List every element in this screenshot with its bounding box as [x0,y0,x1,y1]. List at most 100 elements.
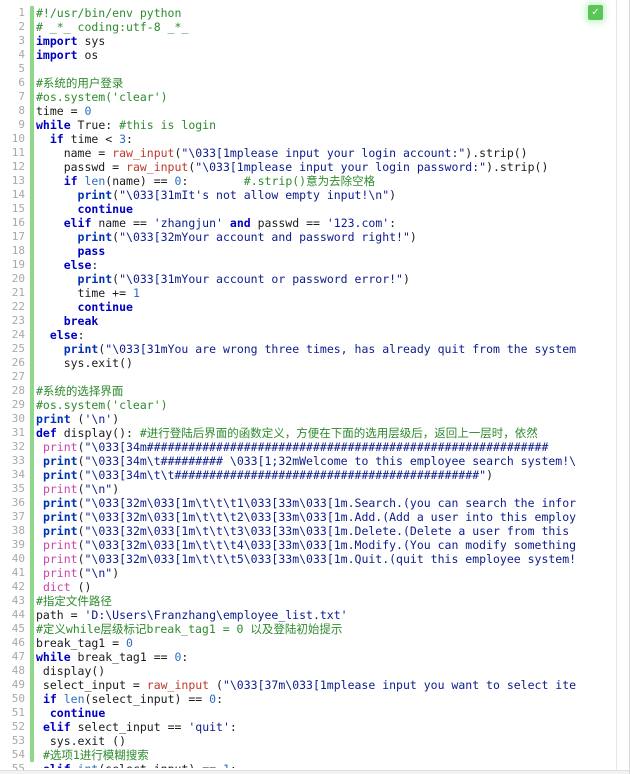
line-number: 16 [11,216,25,229]
code-line[interactable]: break [36,314,629,328]
code-line[interactable]: def display(): #进行登陆后界面的函数定义，方便在下面的选用层级后… [36,426,629,440]
code-line[interactable]: continue [36,300,629,314]
line-number-gutter[interactable]: 1 2 3 4 5 6 7 8 9 10 11 12 13 14 15 16 17 18 19 20 21 22 23 24 2… [0,0,30,774]
code-line[interactable] [36,62,629,76]
code-token-plain: (name) == [105,174,175,188]
code-token-kw: continue [77,202,133,216]
code-line[interactable]: else: [36,328,629,342]
code-line[interactable]: while break_tag1 == 0: [36,650,629,664]
code-token-plain: display(): [56,426,140,440]
code-line[interactable]: while True: #this is login [36,118,629,132]
code-line[interactable]: print("\033[31mYour account or password … [36,272,629,286]
code-line[interactable]: if time < 3: [36,132,629,146]
code-line[interactable] [36,370,629,384]
code-token-num: 1 [132,286,140,300]
code-token-plain: : [230,762,237,768]
code-token-plain: sys.exit() [36,356,133,370]
code-token-str: "\033[32m\033[1m\t\t\t1\033[33m\033[1m.S… [84,496,577,510]
line-number: 52 [11,720,25,733]
code-line[interactable]: time += 1 [36,286,629,300]
code-line[interactable]: print("\033[34m\t######### \033[1;32mWel… [36,454,629,468]
code-token-kw: elif [43,762,71,768]
code-token-kw: continue [77,300,133,314]
code-token-fn: print [63,342,99,356]
code-line[interactable]: #系统的用户登录 [36,76,629,90]
code-token-plain: () [70,580,92,594]
code-line[interactable]: print("\n") [36,482,629,496]
code-line[interactable]: display() [36,664,629,678]
code-editor-window[interactable]: 1 2 3 4 5 6 7 8 9 10 11 12 13 14 15 16 17 18 19 20 21 22 23 24 2… [0,0,630,774]
code-line[interactable]: print("\033[32m\033[1m\t\t\t5\033[33m\03… [36,552,629,566]
code-token-num: 0 [84,104,92,118]
code-line[interactable]: print("\033[31mYou are wrong three times… [36,342,629,356]
code-line[interactable]: print("\033[34m\t\t#####################… [36,468,629,482]
code-line[interactable]: dict () [36,580,629,594]
vcs-change-marker-stripe[interactable] [30,6,34,762]
line-number: 21 [11,286,25,299]
code-line[interactable]: #!/usr/bin/env python [36,6,629,20]
code-line[interactable]: print("\033[34m#########################… [36,440,629,454]
code-line[interactable]: break_tag1 = 0 [36,636,629,650]
inspection-status-ok-icon[interactable]: ✓ [588,5,603,20]
code-line[interactable]: if len(select_input) == 0: [36,692,629,706]
code-line[interactable]: name = raw_input("\033[1mplease input yo… [36,146,629,160]
code-line[interactable]: print ('\n') [36,412,629,426]
code-line[interactable]: elif select_input == 'quit': [36,720,629,734]
code-token-cmt: #进行登陆后界面的函数定义，方便在下面的选用层级后，返回上一层时，依然 [139,426,538,440]
code-token-str: "\033[34m\t######### \033[1;32mWelcome t… [84,454,577,468]
code-token-fn: print [42,524,78,538]
line-number: 15 [11,202,25,215]
code-line[interactable]: print("\033[32mYour account and password… [36,230,629,244]
code-line[interactable]: #选项1进行模糊搜索 [36,748,629,762]
code-token-plain: (select_input) == [98,762,223,768]
code-line[interactable]: import os [36,48,629,62]
code-line[interactable]: continue [36,706,629,720]
code-line[interactable]: else: [36,258,629,272]
code-line[interactable]: sys.exit() [36,356,629,370]
code-content-area[interactable]: #!/usr/bin/env python # _*_ coding:utf-8 … [36,6,629,768]
code-line[interactable]: sys.exit () [36,734,629,748]
line-number: 8 [18,104,25,117]
code-line[interactable]: time = 0 [36,104,629,118]
vertical-scrollbar[interactable] [616,0,629,774]
code-line[interactable]: print("\033[32m\033[1m\t\t\t2\033[33m\03… [36,510,629,524]
code-line[interactable]: #os.system('clear') [36,398,629,412]
code-token-plain: : [126,132,133,146]
code-line[interactable]: elif name == 'zhangjun' and passwd == '1… [36,216,629,230]
code-token-cmt: #this is login [119,118,217,132]
code-line[interactable]: # _*_ coding:utf-8 _*_ [36,20,629,34]
code-line[interactable]: #指定文件路径 [36,594,629,608]
code-token-kw: import [36,48,78,62]
code-token-kw: continue [49,706,106,720]
line-number: 17 [11,230,25,243]
line-number: 10 [11,132,25,145]
code-line[interactable]: path = 'D:\Users\Franzhang\employee_list… [36,608,629,622]
code-line[interactable]: continue [36,202,629,216]
code-line[interactable]: print("\n") [36,566,629,580]
code-line[interactable]: #os.system('clear') [36,90,629,104]
code-line[interactable]: import sys [36,34,629,48]
code-line[interactable]: print("\033[31mIt's not allow empty inpu… [36,188,629,202]
code-line[interactable]: select_input = raw_input ("\033[37m\033[… [36,678,629,692]
code-line[interactable]: elif int(select_input) == 1: [36,762,629,768]
code-line[interactable]: #定义while层级标记break_tag1 = 0 以及登陆初始提示 [36,622,629,636]
code-line[interactable]: passwd = raw_input("\033[1mplease input … [36,160,629,174]
code-line[interactable]: #系统的选择界面 [36,384,629,398]
code-line[interactable]: pass [36,244,629,258]
code-token-str: "\033[32m\033[1m\t\t\t5\033[33m\033[1m.Q… [84,552,577,566]
code-token-fnu: print [42,482,78,496]
code-line[interactable]: print("\033[32m\033[1m\t\t\t1\033[33m\03… [36,496,629,510]
code-line[interactable]: print("\033[32m\033[1m\t\t\t3\033[33m\03… [36,524,629,538]
code-line[interactable]: if len(name) == 0: #.strip()意为去除空格 [36,174,629,188]
line-number: 1 [18,6,25,19]
code-line[interactable]: print("\033[32m\033[1m\t\t\t4\033[33m\03… [36,538,629,552]
